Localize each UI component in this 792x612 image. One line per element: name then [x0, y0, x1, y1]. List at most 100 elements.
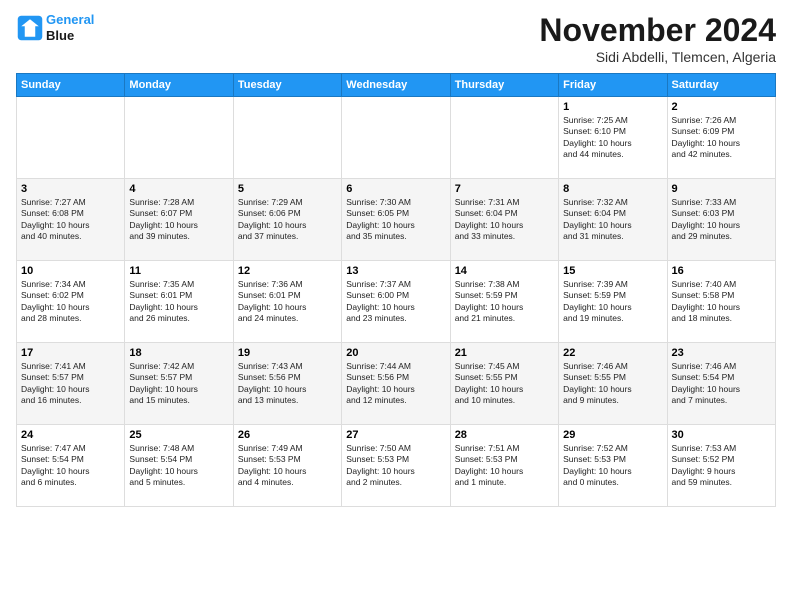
day-number: 12 — [238, 265, 337, 277]
day-number: 18 — [129, 347, 228, 359]
day-number: 9 — [672, 183, 771, 195]
calendar-cell: 15Sunrise: 7:39 AM Sunset: 5:59 PM Dayli… — [559, 261, 667, 343]
header: General Blue November 2024 Sidi Abdelli,… — [16, 12, 776, 65]
day-info: Sunrise: 7:37 AM Sunset: 6:00 PM Dayligh… — [346, 279, 445, 325]
day-number: 5 — [238, 183, 337, 195]
header-sunday: Sunday — [17, 74, 125, 97]
calendar-cell: 27 Sunrise: 7:50 AM Sunset: 5:53 PM Dayli… — [342, 425, 450, 507]
calendar-cell: 14 Sunrise: 7:38 AM Sunset: 5:59 PM Dayli… — [450, 261, 558, 343]
day-info: Sunrise: 7:50 AM Sunset: 5:53 PM Dayligh… — [346, 443, 445, 489]
day-number: 1 — [563, 101, 662, 113]
day-info: Sunrise: 7:31 AM Sunset: 6:04 PM Dayligh… — [455, 197, 554, 243]
day-info: Sunrise: 7:53 AM Sunset: 5:52 PM Dayligh… — [672, 443, 771, 489]
month-title: November 2024 — [539, 12, 776, 49]
weekday-header-row: Sunday Monday Tuesday Wednesday Thursday… — [17, 74, 776, 97]
calendar-cell: 6 Sunrise: 7:30 AM Sunset: 6:05 PM Daylig… — [342, 179, 450, 261]
calendar-cell: 7Sunrise: 7:31 AM Sunset: 6:04 PM Daylig… — [450, 179, 558, 261]
day-info: Sunrise: 7:51 AM Sunset: 5:53 PM Dayligh… — [455, 443, 554, 489]
calendar-cell: 1 Sunrise: 7:25 AM Sunset: 6:10 PM Daylig… — [559, 97, 667, 179]
day-info: Sunrise: 7:47 AM Sunset: 5:54 PM Dayligh… — [21, 443, 120, 489]
day-number: 4 — [129, 183, 228, 195]
day-number: 14 — [455, 265, 554, 277]
day-info: Sunrise: 7:26 AM Sunset: 6:09 PM Dayligh… — [672, 115, 771, 161]
header-saturday: Saturday — [667, 74, 775, 97]
day-info: Sunrise: 7:52 AM Sunset: 5:53 PM Dayligh… — [563, 443, 662, 489]
day-number: 22 — [563, 347, 662, 359]
day-number: 8 — [563, 183, 662, 195]
day-info: Sunrise: 7:33 AM Sunset: 6:03 PM Dayligh… — [672, 197, 771, 243]
calendar-cell: 30Sunrise: 7:53 AM Sunset: 5:52 PM Dayli… — [667, 425, 775, 507]
calendar-cell: 29Sunrise: 7:52 AM Sunset: 5:53 PM Dayli… — [559, 425, 667, 507]
calendar-cell: 12 Sunrise: 7:36 AM Sunset: 6:01 PM Dayli… — [233, 261, 341, 343]
header-tuesday: Tuesday — [233, 74, 341, 97]
header-monday: Monday — [125, 74, 233, 97]
day-number: 24 — [21, 429, 120, 441]
calendar-cell: 22 Sunrise: 7:46 AM Sunset: 5:55 PM Dayli… — [559, 343, 667, 425]
calendar-cell — [450, 97, 558, 179]
calendar-cell: 9 Sunrise: 7:33 AM Sunset: 6:03 PM Daylig… — [667, 179, 775, 261]
calendar-body: 1 Sunrise: 7:25 AM Sunset: 6:10 PM Daylig… — [17, 97, 776, 507]
location: Sidi Abdelli, Tlemcen, Algeria — [539, 49, 776, 65]
day-number: 13 — [346, 265, 445, 277]
day-info: Sunrise: 7:46 AM Sunset: 5:55 PM Dayligh… — [563, 361, 662, 407]
day-number: 19 — [238, 347, 337, 359]
day-info: Sunrise: 7:40 AM Sunset: 5:58 PM Dayligh… — [672, 279, 771, 325]
day-info: Sunrise: 7:43 AM Sunset: 5:56 PM Dayligh… — [238, 361, 337, 407]
header-wednesday: Wednesday — [342, 74, 450, 97]
calendar-cell: 19 Sunrise: 7:43 AM Sunset: 5:56 PM Dayli… — [233, 343, 341, 425]
day-info: Sunrise: 7:29 AM Sunset: 6:06 PM Dayligh… — [238, 197, 337, 243]
header-friday: Friday — [559, 74, 667, 97]
day-number: 16 — [672, 265, 771, 277]
calendar-cell: 11 Sunrise: 7:35 AM Sunset: 6:01 PM Dayli… — [125, 261, 233, 343]
day-info: Sunrise: 7:48 AM Sunset: 5:54 PM Dayligh… — [129, 443, 228, 489]
day-info: Sunrise: 7:32 AM Sunset: 6:04 PM Dayligh… — [563, 197, 662, 243]
logo-general: General — [46, 12, 94, 27]
calendar-cell — [17, 97, 125, 179]
day-info: Sunrise: 7:27 AM Sunset: 6:08 PM Dayligh… — [21, 197, 120, 243]
calendar-cell: 24 Sunrise: 7:47 AM Sunset: 5:54 PM Dayli… — [17, 425, 125, 507]
calendar-week-5: 24 Sunrise: 7:47 AM Sunset: 5:54 PM Dayli… — [17, 425, 776, 507]
header-thursday: Thursday — [450, 74, 558, 97]
day-info: Sunrise: 7:35 AM Sunset: 6:01 PM Dayligh… — [129, 279, 228, 325]
calendar-week-1: 1 Sunrise: 7:25 AM Sunset: 6:10 PM Daylig… — [17, 97, 776, 179]
calendar-cell: 26Sunrise: 7:49 AM Sunset: 5:53 PM Dayli… — [233, 425, 341, 507]
calendar-week-2: 3 Sunrise: 7:27 AM Sunset: 6:08 PM Daylig… — [17, 179, 776, 261]
calendar-cell: 2Sunrise: 7:26 AM Sunset: 6:09 PM Daylig… — [667, 97, 775, 179]
day-info: Sunrise: 7:30 AM Sunset: 6:05 PM Dayligh… — [346, 197, 445, 243]
day-info: Sunrise: 7:42 AM Sunset: 5:57 PM Dayligh… — [129, 361, 228, 407]
day-number: 27 — [346, 429, 445, 441]
day-number: 11 — [129, 265, 228, 277]
logo: General Blue — [16, 12, 94, 43]
calendar-week-4: 17Sunrise: 7:41 AM Sunset: 5:57 PM Dayli… — [17, 343, 776, 425]
day-number: 17 — [21, 347, 120, 359]
calendar-page: General Blue November 2024 Sidi Abdelli,… — [0, 0, 792, 519]
title-area: November 2024 Sidi Abdelli, Tlemcen, Alg… — [539, 12, 776, 65]
day-info: Sunrise: 7:36 AM Sunset: 6:01 PM Dayligh… — [238, 279, 337, 325]
day-number: 10 — [21, 265, 120, 277]
calendar-cell: 21Sunrise: 7:45 AM Sunset: 5:55 PM Dayli… — [450, 343, 558, 425]
calendar-cell: 28Sunrise: 7:51 AM Sunset: 5:53 PM Dayli… — [450, 425, 558, 507]
calendar-cell: 3 Sunrise: 7:27 AM Sunset: 6:08 PM Daylig… — [17, 179, 125, 261]
calendar-cell: 10 Sunrise: 7:34 AM Sunset: 6:02 PM Dayli… — [17, 261, 125, 343]
calendar-week-3: 10 Sunrise: 7:34 AM Sunset: 6:02 PM Dayli… — [17, 261, 776, 343]
day-number: 26 — [238, 429, 337, 441]
calendar-cell: 13 Sunrise: 7:37 AM Sunset: 6:00 PM Dayli… — [342, 261, 450, 343]
day-number: 3 — [21, 183, 120, 195]
day-info: Sunrise: 7:34 AM Sunset: 6:02 PM Dayligh… — [21, 279, 120, 325]
calendar-cell: 18 Sunrise: 7:42 AM Sunset: 5:57 PM Dayli… — [125, 343, 233, 425]
calendar-cell: 16 Sunrise: 7:40 AM Sunset: 5:58 PM Dayli… — [667, 261, 775, 343]
logo-icon — [16, 14, 44, 42]
day-info: Sunrise: 7:39 AM Sunset: 5:59 PM Dayligh… — [563, 279, 662, 325]
day-number: 6 — [346, 183, 445, 195]
day-info: Sunrise: 7:25 AM Sunset: 6:10 PM Dayligh… — [563, 115, 662, 161]
logo-text: General Blue — [46, 12, 94, 43]
calendar-cell: 17Sunrise: 7:41 AM Sunset: 5:57 PM Dayli… — [17, 343, 125, 425]
day-info: Sunrise: 7:38 AM Sunset: 5:59 PM Dayligh… — [455, 279, 554, 325]
day-info: Sunrise: 7:28 AM Sunset: 6:07 PM Dayligh… — [129, 197, 228, 243]
calendar-cell: 4 Sunrise: 7:28 AM Sunset: 6:07 PM Daylig… — [125, 179, 233, 261]
day-number: 21 — [455, 347, 554, 359]
calendar-cell — [125, 97, 233, 179]
day-number: 20 — [346, 347, 445, 359]
calendar-cell: 23Sunrise: 7:46 AM Sunset: 5:54 PM Dayli… — [667, 343, 775, 425]
calendar-cell: 5 Sunrise: 7:29 AM Sunset: 6:06 PM Daylig… — [233, 179, 341, 261]
